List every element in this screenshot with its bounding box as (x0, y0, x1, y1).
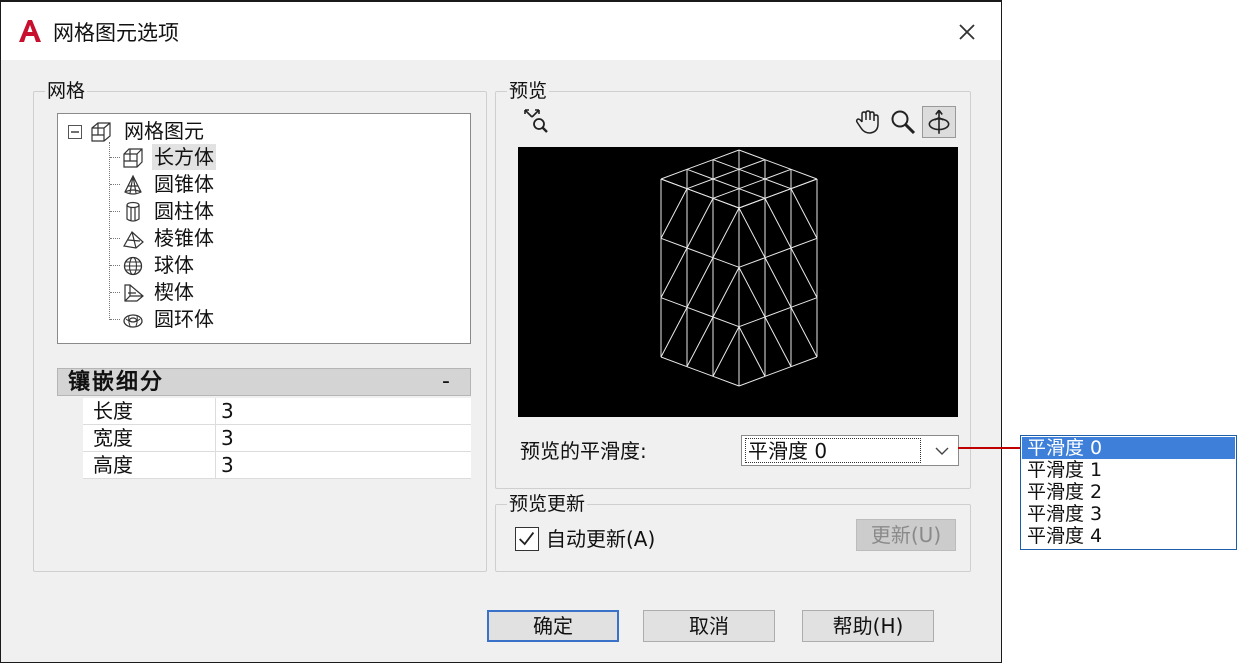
mesh-primitive-tree: 网格图元 长方体 圆锥体 圆柱体 棱锥体 球体 楔体 圆环体 (57, 113, 471, 344)
mesh-preview-viewport[interactable] (518, 147, 958, 417)
mesh-group-legend: 网格 (45, 80, 88, 102)
tessellation-row-width[interactable]: 宽度 3 (83, 425, 471, 452)
property-value[interactable]: 3 (221, 398, 234, 425)
ok-button[interactable]: 确定 (487, 610, 619, 642)
box-icon (123, 148, 143, 168)
tree-root[interactable]: 网格图元 (68, 118, 268, 144)
torus-icon (123, 314, 143, 328)
checkmark-icon (519, 532, 535, 546)
property-label: 宽度 (93, 426, 133, 450)
property-label: 长度 (93, 399, 133, 423)
tree-item-label: 圆环体 (154, 307, 214, 331)
tessellation-title: 镶嵌细分 (68, 370, 165, 395)
cylinder-icon (126, 201, 140, 222)
tree-item-cylinder[interactable]: 圆柱体 (110, 198, 280, 224)
smoothness-option[interactable]: 平滑度 4 (1022, 525, 1235, 547)
tree-item-wedge[interactable]: 楔体 (110, 279, 280, 305)
cancel-button[interactable]: 取消 (643, 610, 775, 642)
smoothness-option[interactable]: 平滑度 3 (1022, 503, 1235, 525)
callout-connector (958, 447, 1020, 449)
smoothness-selected-value: 平滑度 0 (745, 438, 921, 463)
cone-icon (124, 174, 142, 195)
tree-item-box[interactable]: 长方体 (110, 144, 280, 170)
smoothness-option[interactable]: 平滑度 0 (1022, 437, 1235, 459)
orbit-icon[interactable] (922, 106, 956, 138)
smoothness-label: 预览的平滑度: (520, 439, 647, 463)
property-label: 高度 (93, 453, 133, 477)
zoom-icon[interactable] (889, 108, 917, 136)
tree-item-torus[interactable]: 圆环体 (110, 306, 280, 332)
tessellation-row-height[interactable]: 高度 3 (83, 452, 471, 479)
tree-root-label: 网格图元 (124, 119, 204, 143)
pyramid-icon (123, 231, 144, 249)
tree-item-label: 楔体 (154, 280, 194, 304)
tree-item-label: 球体 (154, 253, 194, 277)
tessellation-row-length[interactable]: 长度 3 (83, 398, 471, 425)
smoothness-option[interactable]: 平滑度 2 (1022, 481, 1235, 503)
smoothness-select[interactable]: 平滑度 0 (741, 435, 959, 466)
help-button[interactable]: 帮助(H) (802, 610, 934, 642)
preview-group-legend: 预览 (507, 80, 550, 102)
chevron-down-icon[interactable] (928, 440, 956, 462)
close-icon[interactable] (951, 16, 983, 48)
tree-item-pyramid[interactable]: 棱锥体 (110, 225, 280, 251)
collapse-icon[interactable]: - (442, 369, 450, 395)
tessellation-header[interactable]: 镶嵌细分 - (57, 368, 471, 396)
dialog-title: 网格图元选项 (53, 21, 179, 45)
extents-zoom-icon[interactable] (521, 106, 549, 134)
tree-item-label: 圆柱体 (154, 199, 214, 223)
auto-update-label[interactable]: 自动更新(A) (546, 526, 655, 552)
pan-hand-icon[interactable] (854, 108, 882, 136)
tree-item-cone[interactable]: 圆锥体 (110, 171, 280, 197)
collapse-toggle-icon[interactable] (68, 125, 82, 139)
tree-item-label: 长方体 (152, 144, 216, 170)
property-value[interactable]: 3 (221, 425, 234, 452)
autocad-logo-icon (19, 20, 41, 42)
tree-item-sphere[interactable]: 球体 (110, 252, 280, 278)
tree-item-label: 圆锥体 (154, 172, 214, 196)
smoothness-option[interactable]: 平滑度 1 (1022, 459, 1235, 481)
update-button[interactable]: 更新(U) (856, 519, 956, 551)
auto-update-checkbox[interactable] (515, 527, 539, 551)
property-value[interactable]: 3 (221, 452, 234, 479)
mesh-primitive-options-dialog: 网格图元选项 网格 网格图元 长方体 圆锥体 圆柱体 棱锥体 球体 楔体 圆环体… (0, 0, 1002, 663)
preview-update-legend: 预览更新 (507, 493, 588, 515)
mesh-wireframe (660, 149, 818, 387)
title-bar: 网格图元选项 (1, 2, 1001, 60)
mesh-primitive-icon (91, 122, 111, 142)
smoothness-dropdown-list[interactable]: 平滑度 0 平滑度 1 平滑度 2 平滑度 3 平滑度 4 (1020, 435, 1237, 550)
sphere-icon (123, 256, 143, 276)
tree-item-label: 棱锥体 (154, 226, 214, 250)
wedge-icon (124, 284, 144, 302)
